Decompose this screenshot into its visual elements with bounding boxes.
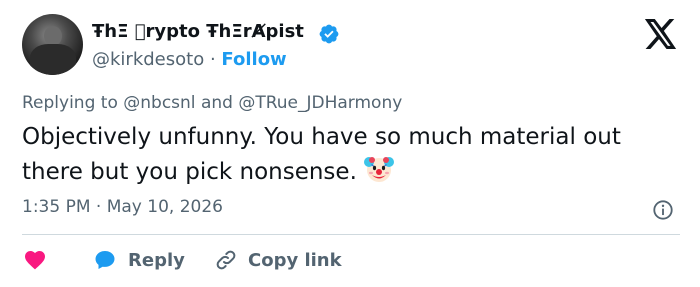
user-handle[interactable]: @kirkdesoto [92, 49, 204, 70]
link-icon [216, 250, 236, 270]
avatar-face [44, 26, 62, 46]
replying-prefix: Replying to [22, 93, 118, 113]
x-logo-icon[interactable] [644, 19, 678, 49]
handle-row: @kirkdesoto · Follow [92, 49, 287, 70]
avatar-shirt [30, 44, 76, 75]
replying-and: and [200, 93, 233, 113]
tweet-time: 1:35 PM [22, 197, 91, 217]
mention-link[interactable]: @TRue_JDHarmony [238, 93, 402, 113]
reply-label: Reply [128, 249, 185, 271]
copy-link-label: Copy link [248, 249, 342, 271]
mention-link[interactable]: @nbcsnl [123, 93, 195, 113]
divider [22, 234, 680, 235]
heart-icon [25, 251, 45, 270]
timestamp-separator: · [95, 197, 102, 217]
copy-link-button[interactable]: Copy link [214, 246, 342, 274]
info-icon[interactable] [652, 199, 674, 221]
follow-button[interactable]: Follow [221, 49, 286, 70]
tweet-date: May 10, 2026 [106, 197, 223, 217]
tweet-text: Objectively unfunny. You have so much ma… [22, 121, 662, 188]
avatar[interactable] [22, 14, 83, 75]
handle-separator: · [209, 49, 216, 70]
verified-badge-icon [319, 24, 339, 44]
speech-bubble-icon [95, 251, 115, 269]
timestamp[interactable]: 1:35 PM · May 10, 2026 [22, 197, 223, 217]
clown-face-icon [363, 157, 394, 182]
replying-to: Replying to @nbcsnl and @TRue_JDHarmony [22, 93, 402, 113]
tweet-body: Objectively unfunny. You have so much ma… [22, 124, 621, 185]
reply-button[interactable]: Reply [92, 246, 185, 274]
like-button[interactable] [22, 246, 48, 274]
display-name[interactable]: ŦhΞ ⃠rypto ŦhΞrȺpist [92, 21, 304, 42]
